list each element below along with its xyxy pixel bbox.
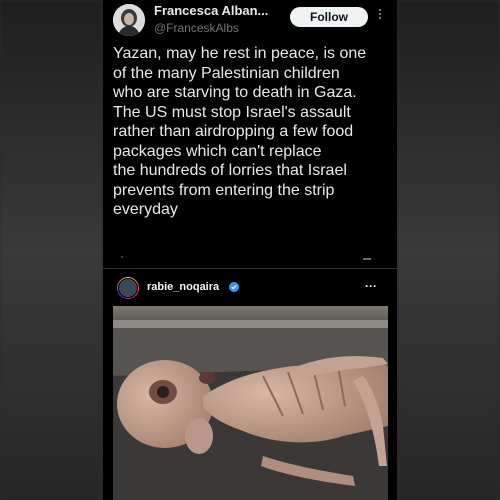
author-handle[interactable]: @FranceskAlbs [154, 21, 239, 35]
tweet-text-line: packages which can't replace [113, 142, 322, 160]
more-vertical-icon[interactable] [377, 8, 383, 22]
embed-more-icon[interactable]: ··· [365, 280, 377, 292]
author-display-name[interactable]: Francesca Alban... [154, 3, 268, 18]
embed-avatar[interactable] [117, 277, 139, 299]
tweet-text: Yazan, may he rest in peace, is one of t… [113, 44, 393, 220]
tweet-text-line: The US must stop Israel's assault [113, 103, 351, 121]
tweet-card: Francesca Alban... @FranceskAlbs Follow … [103, 0, 397, 500]
tweet-text-line: rather than airdropping a few food [113, 123, 354, 140]
author-avatar[interactable] [113, 4, 145, 36]
person-portrait-icon [113, 4, 145, 36]
tweet-text-line: the hundreds of lorries that Israel [113, 162, 347, 179]
tweet-text-line: prevents from entering the strip [113, 181, 335, 199]
embed-username[interactable]: rabie_noqaira [147, 281, 219, 293]
action-indicator [121, 256, 123, 258]
blurred-background-right [397, 0, 500, 500]
action-indicator [363, 258, 371, 260]
tweet-text-line: of the many Palestinian children [113, 64, 340, 82]
divider [103, 268, 397, 269]
tweet-text-line: Yazan, may he rest in peace, is one [113, 45, 367, 62]
emaciated-child-photo [113, 306, 388, 500]
follow-button[interactable]: Follow [290, 7, 368, 27]
verified-badge-icon [229, 282, 239, 292]
tweet-text-line: everyday [113, 201, 178, 218]
tweet-text-line: who are starving to death in Gaza. [113, 84, 357, 101]
blurred-background-left [0, 0, 103, 500]
